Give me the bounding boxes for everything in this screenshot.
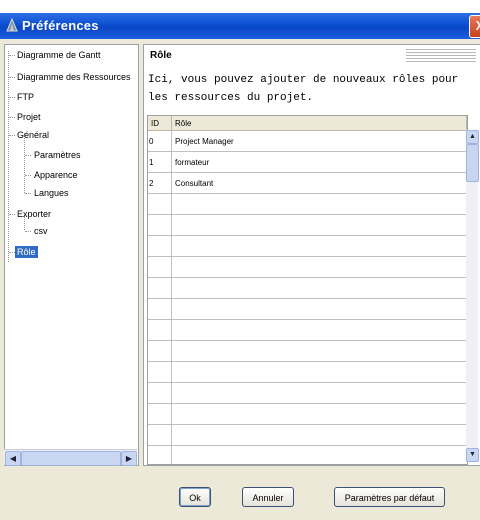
tree-item-langues[interactable]: Langues [34, 188, 69, 198]
tree-item-resources[interactable]: Diagramme des Ressources [17, 72, 131, 82]
tree-item-role[interactable]: Rôle [15, 246, 38, 258]
arrow-left-icon: ◀ [9, 454, 17, 463]
column-header-id[interactable]: ID [148, 116, 172, 131]
close-icon: X [475, 18, 480, 33]
table-row[interactable]: 0 Project Manager [148, 131, 467, 152]
table-row-empty[interactable] [148, 278, 467, 299]
scroll-thumb[interactable] [466, 144, 479, 182]
table-row-empty[interactable] [148, 299, 467, 320]
tree-item-gantt[interactable]: Diagramme de Gantt [17, 50, 101, 60]
tree-item-projet[interactable]: Projet [17, 112, 41, 122]
panel-title: Rôle [150, 50, 172, 61]
panel-description: Ici, vous pouvez ajouter de nouveaux rôl… [148, 74, 459, 104]
header-decoration [406, 49, 476, 63]
table-row-empty[interactable] [148, 257, 467, 278]
scroll-right-button[interactable]: ▶ [121, 451, 137, 466]
table-row-empty[interactable] [148, 362, 467, 383]
title-bar: Préférences X [0, 13, 480, 39]
arrow-right-icon: ▶ [125, 454, 133, 463]
tree-connector [24, 133, 25, 193]
scroll-thumb[interactable] [21, 451, 121, 466]
tree-connector [8, 51, 9, 262]
tree-item-csv[interactable]: csv [34, 226, 48, 236]
table-row-empty[interactable] [148, 215, 467, 236]
ok-button[interactable]: Ok [179, 487, 211, 507]
role-panel: Rôle Ici, vous pouvez ajouter de nouveau… [143, 44, 480, 466]
defaults-button[interactable]: Paramètres par défaut [334, 487, 445, 507]
gantt-app-icon [6, 18, 18, 32]
tree-item-parametres[interactable]: Paramètres [34, 150, 81, 160]
tree-item-general[interactable]: Général [17, 130, 49, 140]
table-row-empty[interactable] [148, 383, 467, 404]
roles-table[interactable]: ID Rôle 0 Project Manager 1 formateur 2 … [147, 115, 468, 465]
close-button[interactable]: X [469, 15, 480, 38]
cell-id[interactable]: 1 [148, 152, 172, 173]
scroll-up-button[interactable]: ▲ [466, 130, 479, 144]
table-row-empty[interactable] [148, 404, 467, 425]
window-title: Préférences [22, 18, 99, 33]
cell-id[interactable]: 2 [148, 173, 172, 194]
table-row-empty[interactable] [148, 320, 467, 341]
tree-horizontal-scrollbar[interactable]: ◀ ▶ [4, 449, 137, 466]
column-header-role[interactable]: Rôle [172, 116, 467, 131]
table-row-empty[interactable] [148, 446, 467, 464]
table-row-empty[interactable] [148, 425, 467, 446]
cancel-button[interactable]: Annuler [242, 487, 294, 507]
scroll-down-button[interactable]: ▼ [466, 448, 479, 462]
tree-item-ftp[interactable]: FTP [17, 92, 34, 102]
arrow-down-icon: ▼ [469, 451, 476, 458]
table-row-empty[interactable] [148, 194, 467, 215]
cell-role[interactable]: Project Manager [172, 131, 467, 152]
scroll-left-button[interactable]: ◀ [5, 451, 21, 466]
tree-item-apparence[interactable]: Apparence [34, 170, 78, 180]
table-row[interactable]: 2 Consultant [148, 173, 467, 194]
panel-header: Rôle [144, 45, 480, 67]
table-row[interactable]: 1 formateur [148, 152, 467, 173]
cell-role[interactable]: formateur [172, 152, 467, 173]
tree-item-exporter[interactable]: Exporter [17, 209, 51, 219]
arrow-up-icon: ▲ [469, 133, 476, 140]
cell-id[interactable]: 0 [148, 131, 172, 152]
settings-tree[interactable]: Diagramme de Gantt Diagramme des Ressour… [4, 44, 139, 466]
table-vertical-scrollbar[interactable]: ▲ ▼ [466, 130, 479, 462]
table-row-empty[interactable] [148, 236, 467, 257]
cell-role[interactable]: Consultant [172, 173, 467, 194]
table-row-empty[interactable] [148, 341, 467, 362]
